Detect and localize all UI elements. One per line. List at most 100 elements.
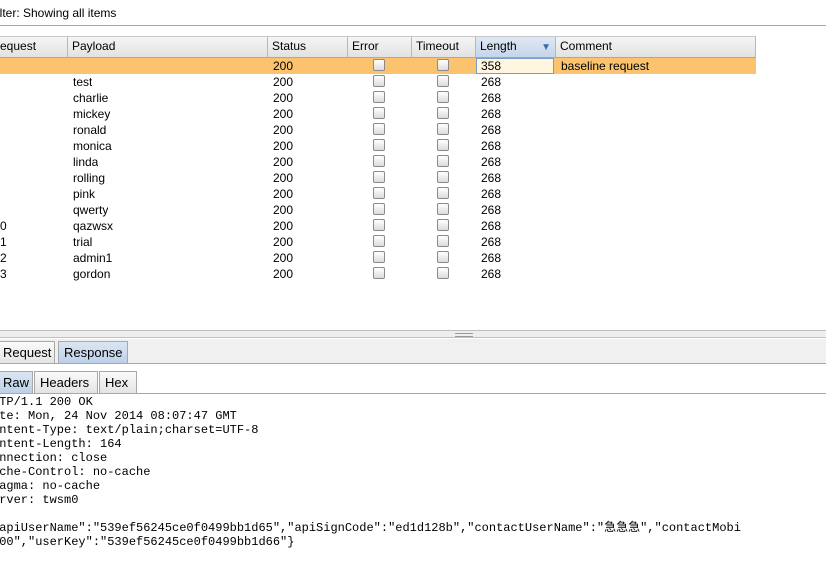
cell-payload: rolling: [73, 171, 106, 185]
column-error[interactable]: Error: [348, 37, 412, 57]
cell-length: 268: [481, 203, 502, 217]
cell-status: 200: [273, 123, 294, 137]
column-payload[interactable]: Payload: [68, 37, 268, 57]
tab-headers[interactable]: Headers: [34, 371, 98, 393]
timeout-checkbox[interactable]: [437, 235, 449, 247]
cell-status: 200: [273, 139, 294, 153]
timeout-checkbox[interactable]: [437, 59, 449, 71]
timeout-checkbox[interactable]: [437, 75, 449, 87]
cell-length: 358: [481, 59, 502, 73]
table-row[interactable]: qwerty 200 268: [0, 202, 756, 218]
table-row[interactable]: 200 358 baseline request: [0, 58, 756, 74]
cell-length: 268: [481, 219, 502, 233]
error-checkbox[interactable]: [373, 75, 385, 87]
response-line: "apiUserName":"539ef56245ce0f0499bb1d65"…: [0, 521, 741, 535]
table-header: equest Payload Status Error Timeout Leng…: [0, 36, 756, 58]
error-checkbox[interactable]: [373, 187, 385, 199]
error-checkbox[interactable]: [373, 203, 385, 215]
response-line: ontent-Type: text/plain;charset=UTF-8: [0, 423, 259, 437]
cell-length: 268: [481, 267, 502, 281]
timeout-checkbox[interactable]: [437, 219, 449, 231]
response-line: TTP/1.1 200 OK: [0, 395, 93, 409]
timeout-checkbox[interactable]: [437, 139, 449, 151]
table-row[interactable]: rolling 200 268: [0, 170, 756, 186]
error-checkbox[interactable]: [373, 139, 385, 151]
error-checkbox[interactable]: [373, 123, 385, 135]
error-checkbox[interactable]: [373, 155, 385, 167]
table-row[interactable]: 0 qazwsx 200 268: [0, 218, 756, 234]
response-line: erver: twsm0: [0, 493, 79, 507]
error-checkbox[interactable]: [373, 235, 385, 247]
timeout-checkbox[interactable]: [437, 187, 449, 199]
cell-status: 200: [273, 219, 294, 233]
response-line: 000","userKey":"539ef56245ce0f0499bb1d66…: [0, 535, 295, 549]
message-tabs: Request Response: [0, 339, 826, 364]
error-checkbox[interactable]: [373, 107, 385, 119]
view-tabs: Raw Headers Hex: [0, 370, 826, 394]
error-checkbox[interactable]: [373, 251, 385, 263]
table-row[interactable]: monica 200 268: [0, 138, 756, 154]
column-length[interactable]: Length ▼: [476, 37, 556, 57]
column-timeout[interactable]: Timeout: [412, 37, 476, 57]
tab-hex[interactable]: Hex: [99, 371, 137, 393]
column-comment[interactable]: Comment: [556, 37, 756, 57]
table-row[interactable]: test 200 268: [0, 74, 756, 90]
cell-request: 0: [0, 219, 7, 233]
cell-length: 268: [481, 139, 502, 153]
cell-status: 200: [273, 267, 294, 281]
splitter-handle[interactable]: [0, 330, 826, 338]
column-length-label: Length: [480, 39, 517, 53]
timeout-checkbox[interactable]: [437, 91, 449, 103]
cell-status: 200: [273, 75, 294, 89]
timeout-checkbox[interactable]: [437, 203, 449, 215]
response-line: ache-Control: no-cache: [0, 465, 151, 479]
timeout-checkbox[interactable]: [437, 251, 449, 263]
cell-status: 200: [273, 203, 294, 217]
cell-payload: ronald: [73, 123, 107, 137]
tab-response[interactable]: Response: [58, 341, 128, 363]
error-checkbox[interactable]: [373, 219, 385, 231]
cell-payload: trial: [73, 235, 93, 249]
tab-request[interactable]: Request: [0, 341, 55, 363]
column-status[interactable]: Status: [268, 37, 348, 57]
response-line: ate: Mon, 24 Nov 2014 08:07:47 GMT: [0, 409, 237, 423]
table-row[interactable]: linda 200 268: [0, 154, 756, 170]
cell-payload: qwerty: [73, 203, 109, 217]
response-line: onnection: close: [0, 451, 108, 465]
cell-length: 268: [481, 187, 502, 201]
table-row[interactable]: charlie 200 268: [0, 90, 756, 106]
cell-length: 268: [481, 75, 502, 89]
timeout-checkbox[interactable]: [437, 171, 449, 183]
cell-status: 200: [273, 107, 294, 121]
table-row[interactable]: ronald 200 268: [0, 122, 756, 138]
timeout-checkbox[interactable]: [437, 123, 449, 135]
table-empty-area: [756, 36, 826, 282]
timeout-checkbox[interactable]: [437, 107, 449, 119]
cell-request: 2: [0, 251, 7, 265]
cell-length: 268: [481, 123, 502, 137]
error-checkbox[interactable]: [373, 59, 385, 71]
response-body[interactable]: TTP/1.1 200 OK ate: Mon, 24 Nov 2014 08:0…: [0, 394, 826, 568]
cell-status: 200: [273, 171, 294, 185]
cell-status: 200: [273, 251, 294, 265]
column-request[interactable]: equest: [0, 37, 68, 57]
error-checkbox[interactable]: [373, 91, 385, 103]
cell-length: 268: [481, 91, 502, 105]
cell-payload: gordon: [73, 267, 111, 281]
timeout-checkbox[interactable]: [437, 267, 449, 279]
table-row[interactable]: 2 admin1 200 268: [0, 250, 756, 266]
error-checkbox[interactable]: [373, 267, 385, 279]
error-checkbox[interactable]: [373, 171, 385, 183]
results-table[interactable]: equest Payload Status Error Timeout Leng…: [0, 36, 756, 282]
timeout-checkbox[interactable]: [437, 155, 449, 167]
grip-icon: [455, 333, 473, 337]
filter-label[interactable]: ilter: Showing all items: [0, 6, 116, 20]
table-row[interactable]: 3 gordon 200 268: [0, 266, 756, 282]
sort-descending-icon: ▼: [541, 42, 551, 53]
filter-bar[interactable]: ilter: Showing all items: [0, 0, 826, 26]
table-row[interactable]: mickey 200 268: [0, 106, 756, 122]
tab-raw[interactable]: Raw: [0, 371, 33, 393]
table-row[interactable]: 1 trial 200 268: [0, 234, 756, 250]
table-row[interactable]: pink 200 268: [0, 186, 756, 202]
response-line: ragma: no-cache: [0, 479, 101, 493]
